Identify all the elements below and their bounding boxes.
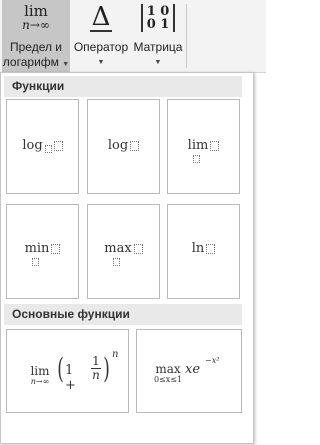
limit-log-gallery: Функции log log lim min max ln Основные … <box>0 72 254 444</box>
limit-log-label-line2: логарифм ▼ <box>2 55 70 72</box>
limit-tile[interactable]: lim <box>167 99 240 194</box>
close-paren: ) <box>103 352 110 385</box>
operator-button[interactable]: Δ Оператор ▼ <box>72 0 130 72</box>
log-text: log <box>22 138 43 153</box>
max-exponent: −x² <box>205 356 220 365</box>
placeholder-box <box>53 140 63 151</box>
placeholder-box <box>193 154 200 163</box>
matrix-button[interactable]: 1 0 0 1 Матрица ▼ <box>131 0 185 72</box>
equation-ribbon: lim n→∞ Предел и логарифм ▼ Δ Оператор ▼… <box>0 0 266 73</box>
one-text: 1 <box>65 363 74 378</box>
placeholder-box <box>32 257 39 266</box>
placeholder-box <box>210 140 220 151</box>
placeholder-box <box>44 145 52 153</box>
log-base-formula: log <box>7 138 78 153</box>
min-formula: min <box>7 241 78 269</box>
functions-section-header: Функции <box>4 76 242 97</box>
limit-and-log-button[interactable]: lim n→∞ Предел и логарифм ▼ <box>2 0 70 72</box>
limit-formula: lim <box>168 138 239 166</box>
operator-label: Оператор <box>73 40 129 54</box>
chevron-down-icon: ▼ <box>154 59 162 66</box>
max-tile[interactable]: max <box>87 204 160 299</box>
basic-functions-section-header: Основные функции <box>4 304 242 325</box>
lim-subscript: n→∞ <box>30 377 50 386</box>
matrix-brackets: 1 0 0 1 <box>140 4 176 32</box>
denominator: n <box>92 368 100 382</box>
limit-icon: lim n→∞ <box>2 2 70 32</box>
placeholder-box <box>51 243 61 254</box>
min-tile[interactable]: min <box>6 204 79 299</box>
lim-text: lim <box>187 138 209 153</box>
placeholder-box <box>113 257 120 266</box>
limit-e-example-tile[interactable]: lim n→∞ ( 1 + 1 n ) n <box>6 329 129 413</box>
min-text: min <box>24 241 50 256</box>
xe-text: xe <box>185 362 201 377</box>
ribbon-separator <box>186 4 187 68</box>
placeholder-box <box>206 243 216 254</box>
fraction: 1 n <box>91 355 101 382</box>
lim-text: lim <box>30 364 50 378</box>
max-formula: max <box>88 241 159 269</box>
matrix-label: Матрица <box>133 40 183 54</box>
max-subscript: 0≤x≤1 <box>153 375 183 384</box>
placeholder-box <box>130 140 140 151</box>
placeholder-box <box>133 243 143 254</box>
delta-glyph: Δ <box>91 2 111 32</box>
gallery-scrollbar[interactable] <box>245 77 251 437</box>
delta-operator-icon: Δ <box>72 2 130 32</box>
limit-log-label-line1: Предел и <box>9 40 63 54</box>
open-paren: ( <box>57 352 64 385</box>
matrix-row2: 0 1 <box>146 17 170 32</box>
log-base-tile[interactable]: log <box>6 99 79 194</box>
log-formula: log <box>88 138 159 153</box>
plus-text: + <box>65 378 76 393</box>
matrix-icon: 1 0 0 1 <box>131 4 185 32</box>
limit-log-label-text: логарифм <box>2 55 59 69</box>
limit-icon-bottom: n→∞ <box>22 18 50 32</box>
ln-formula: ln <box>168 241 239 256</box>
chevron-down-icon: ▼ <box>62 61 70 68</box>
max-example-tile[interactable]: max 0≤x≤1 xe −x² <box>136 329 242 413</box>
exponent: n <box>112 349 119 360</box>
log-tile[interactable]: log <box>87 99 160 194</box>
limit-icon-top: lim <box>24 2 48 20</box>
max-text: max <box>155 362 181 376</box>
numerator: 1 <box>91 354 101 369</box>
operator-underline <box>90 30 112 32</box>
chevron-down-icon: ▼ <box>97 59 105 66</box>
one-plus: 1 + <box>65 363 76 393</box>
ln-tile[interactable]: ln <box>167 204 240 299</box>
max-text: max <box>104 241 132 256</box>
ln-text: ln <box>191 241 205 256</box>
log-text: log <box>107 138 129 153</box>
